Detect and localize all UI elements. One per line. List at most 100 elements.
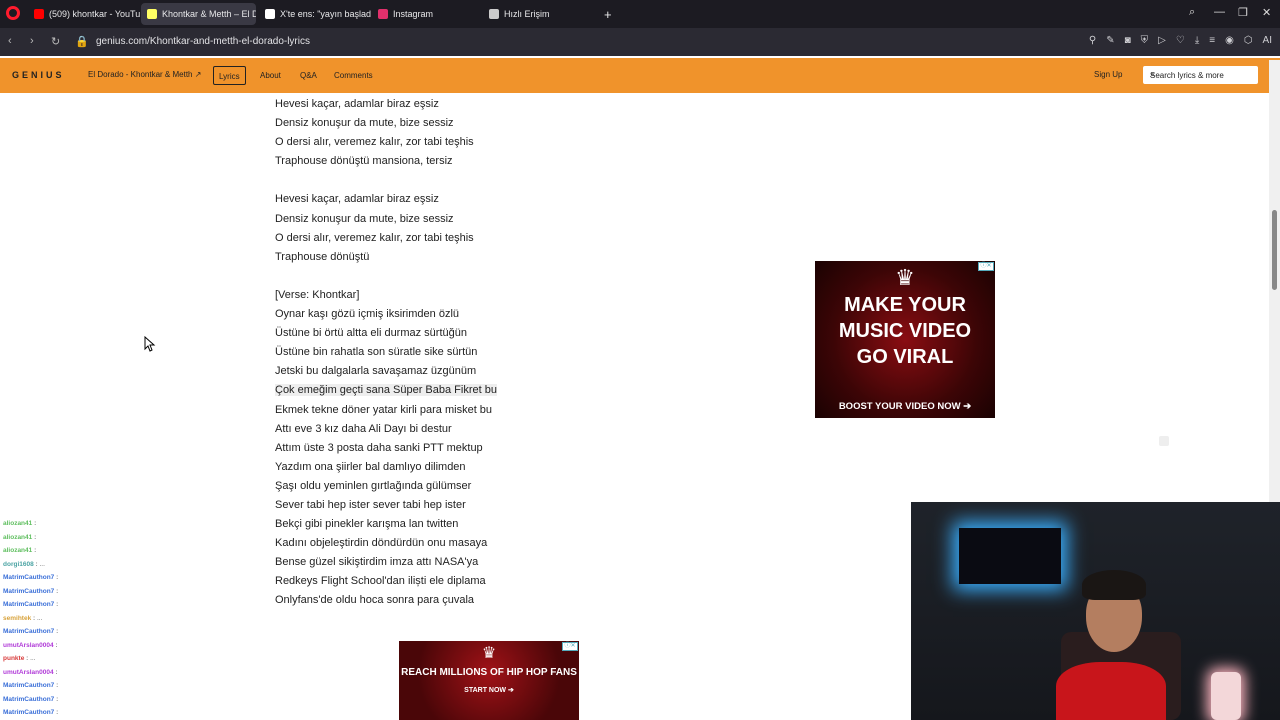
back-icon[interactable]: ‹ [8, 35, 12, 47]
lyric-line[interactable]: Çok emeğim geçti sana Süper Baba Fikret … [275, 381, 595, 400]
lyric-line[interactable] [275, 171, 595, 190]
lyric-line[interactable]: Densiz konuşur da mute, bize sessiz [275, 114, 595, 133]
heart-icon[interactable]: ♡ [1176, 35, 1185, 46]
lyric-line[interactable]: Onlyfans'de oldu hoca sonra para çuvala [275, 591, 595, 610]
extensions-icon[interactable]: ⬡ [1244, 35, 1253, 46]
genius-logo[interactable]: GENIUS [12, 70, 65, 80]
tab-5[interactable]: Hızlı Erişim [483, 3, 601, 25]
sign-up-link[interactable]: Sign Up [1094, 70, 1122, 79]
stream-chat-overlay: aliozan41 : aliozan41 : aliozan41 : dorg… [3, 517, 243, 720]
edit-icon[interactable]: ✎ [1106, 35, 1114, 46]
lyric-text: Kadını objeleştirdin döndürdün onu masay… [275, 537, 488, 550]
chat-separator: : [32, 547, 37, 554]
play-icon[interactable]: ▷ [1158, 35, 1166, 46]
tab-1[interactable]: (509) khontkar - YouTube [28, 3, 140, 25]
new-tab-button[interactable]: + [598, 3, 618, 25]
lyric-line[interactable]: Ekmek tekne döner yatar kirli para miske… [275, 401, 595, 420]
tab-favicon-icon [265, 9, 275, 19]
lyric-line[interactable]: Yazdım ona şiirler bal damlıyo dilimden [275, 458, 595, 477]
restore-icon[interactable]: ❐ [1238, 6, 1248, 19]
chat-message: MatrimCauthon7 : [3, 571, 243, 585]
tab-about[interactable]: About [255, 66, 286, 85]
chat-message: aliozan41 : [3, 517, 243, 531]
address-bar: ‹ › ↻ 🔒 genius.com/Khontkar-and-metth-el… [0, 28, 1280, 56]
lyric-line[interactable]: Hevesi kaçar, adamlar biraz eşsiz [275, 190, 595, 209]
page-scrollbar[interactable] [1269, 60, 1280, 502]
forward-icon[interactable]: › [30, 35, 34, 47]
lyric-text: O dersi alır, veremez kalır, zor tabi te… [275, 231, 474, 244]
search-tabs-icon[interactable]: ⌕ [1189, 6, 1195, 19]
lyric-text: Üstüne bin rahatla son süratle sike sürt… [275, 346, 478, 359]
chat-separator: : [54, 628, 59, 635]
menu-icon[interactable]: ≡ [1209, 35, 1215, 46]
lyric-line[interactable]: Traphouse dönüştü [275, 248, 595, 267]
chat-text: ... [36, 614, 43, 622]
tab-qa[interactable]: Q&A [295, 66, 322, 85]
vpn-icon[interactable]: ⛨ [1141, 35, 1149, 46]
chat-message: MatrimCauthon7 : [3, 693, 243, 707]
lyric-line[interactable]: Kadını objeleştirdin döndürdün onu masay… [275, 534, 595, 553]
ad-placeholder-box [1159, 436, 1169, 446]
ad-choices-icon[interactable]: ⓘ✕ [978, 262, 994, 271]
search-icon[interactable]: ⌕ [1150, 69, 1252, 80]
url-field[interactable]: genius.com/Khontkar-and-metth-el-dorado-… [96, 36, 310, 47]
lyric-line[interactable]: [Verse: Khontkar] [275, 286, 595, 305]
lyric-line[interactable]: Traphouse dönüştü mansiona, tersiz [275, 152, 595, 171]
search-input[interactable]: Search lyrics & more ⌕ [1143, 66, 1258, 84]
lyric-line[interactable]: Üstüne bi örtü altta eli durmaz sürtüğün [275, 324, 595, 343]
chat-separator: : [54, 695, 59, 703]
lyric-line[interactable]: Redkeys Flight School'dan iliști ele dip… [275, 572, 595, 591]
tab-lyrics[interactable]: Lyrics [213, 66, 246, 85]
chat-message: aliozan41 : [3, 531, 243, 545]
minimize-icon[interactable]: — [1214, 6, 1225, 18]
lyric-line[interactable] [275, 267, 595, 286]
lyric-line[interactable]: Sever tabi hep ister sever tabi hep iste… [275, 496, 595, 515]
tab-3[interactable]: X'te ens: "yayın başladı ht… [259, 3, 371, 25]
zoom-icon[interactable]: ⚲ [1089, 35, 1096, 46]
chat-message: punkte : ... [3, 652, 243, 666]
lyric-line[interactable]: O dersi alır, veremez kalır, zor tabi te… [275, 229, 595, 248]
reload-icon[interactable]: ↻ [51, 35, 60, 48]
ad-choices-icon[interactable]: ⓘ✕ [562, 642, 578, 651]
account-icon[interactable]: ◉ [1225, 35, 1234, 46]
lyric-line[interactable]: Jetski bu dalgalarla savaşamaz üzgünüm [275, 362, 595, 381]
lyric-line[interactable]: Bense güzel sikiştirdim imza attı NASA'y… [275, 553, 595, 572]
lyric-line[interactable]: Hevesi kaçar, adamlar biraz eşsiz [275, 95, 595, 114]
tab-label: Khontkar & Metth – El D… [162, 9, 256, 19]
chat-username: semihtek [3, 614, 32, 622]
lyric-text: Hevesi kaçar, adamlar biraz eşsiz [275, 193, 439, 206]
scrollbar-thumb[interactable] [1272, 210, 1277, 290]
lyric-text: Redkeys Flight School'dan iliști ele dip… [275, 575, 486, 588]
lyric-line[interactable]: Bekçi gibi pinekler karışma lan twitten [275, 515, 595, 534]
lyric-text: Densiz konuşur da mute, bize sessiz [275, 117, 454, 130]
ad-make-your-music-video[interactable]: ⓘ✕ ♛ MAKE YOUR MUSIC VIDEO GO VIRAL BOOS… [815, 261, 995, 418]
lyric-text: Bense güzel sikiştirdim imza attı NASA'y… [275, 556, 479, 569]
tab-4[interactable]: Instagram [372, 3, 480, 25]
chat-separator: : [54, 682, 59, 689]
lyric-line[interactable]: Şaşı oldu yeminlen gırtlağında gülümser [275, 477, 595, 496]
lyric-line[interactable]: Oynar kaşı gözü içmiş iksirimden özlü [275, 305, 595, 324]
tab-comments[interactable]: Comments [329, 66, 378, 85]
lyric-line[interactable]: Attım üste 3 posta daha sanki PTT mektup [275, 439, 595, 458]
lyric-line[interactable]: Densiz konuşur da mute, bize sessiz [275, 210, 595, 229]
chat-username: aliozan41 [3, 533, 33, 541]
crown-icon: ♛ [481, 645, 497, 662]
chat-username: MatrimCauthon7 [3, 628, 55, 635]
ad-reach-millions[interactable]: ⓘ✕ ♛ REACH MILLIONS OF HIP HOP FANS STAR… [399, 641, 579, 720]
ad2-cta-button[interactable]: START NOW ➔ [399, 686, 579, 694]
close-icon[interactable]: ✕ [1262, 6, 1271, 19]
chat-separator: : [53, 641, 58, 649]
lyric-line[interactable]: Üstüne bin rahatla son süratle sike sürt… [275, 343, 595, 362]
camera-icon[interactable]: ◙ [1125, 35, 1131, 46]
lyric-text: Densiz konuşur da mute, bize sessiz [275, 212, 454, 225]
ad-cta-button[interactable]: BOOST YOUR VIDEO NOW ➔ [815, 401, 995, 412]
webcam-overlay [911, 502, 1280, 720]
download-icon[interactable]: ⤓ [1195, 35, 1199, 46]
tab-2[interactable]: Khontkar & Metth – El D… [141, 3, 256, 25]
ai-icon[interactable]: AI [1263, 35, 1272, 46]
lyric-line[interactable]: O dersi alır, veremez kalır, zor tabi te… [275, 133, 595, 152]
opera-icon[interactable] [6, 6, 20, 20]
lyric-text: Oynar kaşı gözü içmiş iksirimden özlü [275, 308, 460, 321]
song-title[interactable]: El Dorado - Khontkar & Metth ↗ [88, 70, 201, 79]
lyric-line[interactable]: Attı eve 3 kız daha Ali Dayı bi destur [275, 420, 595, 439]
